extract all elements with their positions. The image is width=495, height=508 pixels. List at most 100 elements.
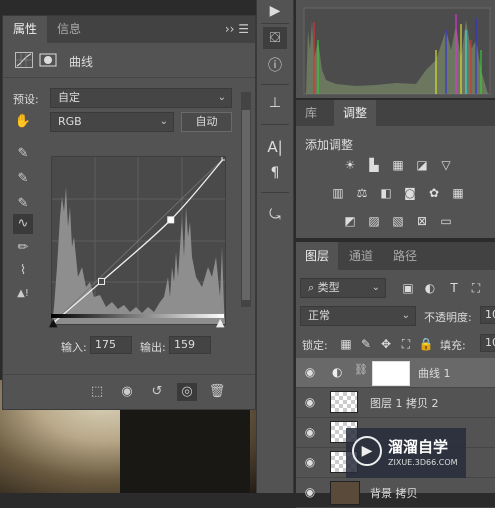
play-icon[interactable]: ▶ <box>263 0 287 22</box>
layer-thumbnail <box>330 481 360 505</box>
hue-saturation-icon[interactable]: ▥ <box>330 186 346 200</box>
info-icon[interactable]: ⓘ <box>263 55 287 77</box>
eye-icon[interactable]: ◉ <box>302 365 318 379</box>
clip-to-layer-icon[interactable]: ⬚ <box>87 383 107 401</box>
layer-row-curves[interactable]: ◉ ◐ ⛓ 曲线 1 <box>296 358 495 388</box>
levels-icon[interactable]: ▙ <box>366 158 382 172</box>
layer-filter-select[interactable]: ⌕ 类型 ⌄ <box>300 278 386 298</box>
layer-row-background-copy[interactable]: ◉ 背景 拷贝 <box>296 478 495 508</box>
history-icon[interactable]: ⤿ <box>263 204 287 226</box>
input-value-field[interactable]: 175 <box>90 336 132 354</box>
canvas-photo-dark <box>120 400 250 493</box>
visibility-eye-icon[interactable]: ◎ <box>177 383 197 401</box>
posterize-icon[interactable]: ▨ <box>366 214 382 228</box>
lock-paint-icon[interactable]: ✎ <box>358 337 374 351</box>
invert-icon[interactable]: ◩ <box>342 214 358 228</box>
tab-properties[interactable]: 属性 <box>3 16 48 43</box>
lock-position-icon[interactable]: ✥ <box>378 337 394 351</box>
clipping-warning-icon[interactable]: ▲! <box>13 284 33 304</box>
tab-channels[interactable]: 通道 <box>340 242 382 270</box>
panel-menu-icon[interactable]: ›› ☰ <box>225 22 249 36</box>
layer-name: 图层 1 拷贝 2 <box>370 397 439 410</box>
layer-row-copy-2[interactable]: ◉ 图层 1 拷贝 2 <box>296 388 495 418</box>
black-point-slider-icon[interactable]: ▲ <box>49 316 57 329</box>
view-previous-state-icon[interactable]: ◉ <box>117 383 137 401</box>
scrollbar-thumb[interactable] <box>242 110 250 300</box>
photo-filter-icon[interactable]: ◙ <box>402 186 418 200</box>
channel-value: RGB <box>58 115 82 128</box>
white-eyedropper-icon[interactable]: ✎ <box>13 194 33 214</box>
color-balance-icon[interactable]: ⚖ <box>354 186 370 200</box>
exposure-icon[interactable]: ◪ <box>414 158 430 172</box>
trash-icon[interactable]: 🗑 <box>207 383 227 401</box>
mask-icon[interactable] <box>39 52 57 68</box>
gray-eyedropper-icon[interactable]: ✎ <box>13 169 33 189</box>
pencil-icon[interactable]: ✏ <box>13 238 33 258</box>
layer-name: 曲线 1 <box>418 367 451 380</box>
properties-tabbar: 属性 信息 ›› ☰ <box>3 16 255 43</box>
auto-button[interactable]: 自动 <box>181 112 232 132</box>
fill-label: 填充: <box>440 339 466 352</box>
color-lookup-icon[interactable]: ▦ <box>450 186 466 200</box>
divider <box>261 84 289 85</box>
adjustments-panel: 库 调整 添加调整 ☀ ▙ ▦ ◪ ▽ ▥ ⚖ ◧ ◙ ✿ ▦ ◩ ▨ ▧ ⊠ … <box>296 100 495 238</box>
curves-graph[interactable] <box>48 153 229 328</box>
preset-select[interactable]: 自定 ⌄ <box>50 88 232 108</box>
stamp-icon[interactable]: ⊥ <box>263 92 287 114</box>
target-adjust-icon[interactable]: ✋ <box>13 112 33 132</box>
layer-mask-thumbnail[interactable] <box>372 361 410 386</box>
chevron-down-icon: ⌄ <box>371 282 380 293</box>
smooth-curve-icon[interactable]: ⌇ <box>13 261 33 281</box>
black-eyedropper-icon[interactable]: ✎ <box>13 144 33 164</box>
threshold-icon[interactable]: ▧ <box>390 214 406 228</box>
filter-value: 类型 <box>317 281 340 294</box>
lock-all-icon[interactable]: 🔒 <box>418 337 434 351</box>
selective-color-icon[interactable]: ⊠ <box>414 214 430 228</box>
curve-control-point[interactable] <box>98 277 106 285</box>
channel-select[interactable]: RGB ⌄ <box>50 112 174 132</box>
fill-field[interactable]: 10 <box>480 334 495 352</box>
curve-control-point[interactable] <box>221 153 229 161</box>
eye-icon[interactable]: ◉ <box>302 395 318 409</box>
filter-pixel-icon[interactable]: ▣ <box>400 281 416 295</box>
curve-point-tool-icon[interactable]: ∿ <box>13 214 33 234</box>
reset-icon[interactable]: ↺ <box>147 383 167 401</box>
paragraph-icon[interactable]: ¶ <box>263 162 287 184</box>
eye-icon[interactable]: ◉ <box>302 425 318 439</box>
tab-adjustments[interactable]: 调整 <box>334 100 377 126</box>
eye-icon[interactable]: ◉ <box>302 455 318 469</box>
three-d-icon[interactable]: ⛋ <box>263 27 287 49</box>
channel-mixer-icon[interactable]: ✿ <box>426 186 442 200</box>
opacity-field[interactable]: 10 <box>480 306 495 324</box>
adjustment-layer-icon: ◐ <box>332 365 343 379</box>
tab-info[interactable]: 信息 <box>47 16 91 43</box>
histogram-chart <box>303 7 491 95</box>
gradient-map-icon[interactable]: ▭ <box>438 214 454 228</box>
input-label: 输入: <box>61 341 87 354</box>
character-icon[interactable]: A| <box>263 136 287 158</box>
tab-layers[interactable]: 图层 <box>296 242 339 270</box>
black-white-icon[interactable]: ◧ <box>378 186 394 200</box>
lock-transparent-icon[interactable]: ▦ <box>338 337 354 351</box>
panel-title: 曲线 <box>69 55 94 69</box>
tab-library[interactable]: 库 <box>296 100 326 126</box>
properties-scrollbar[interactable] <box>241 92 251 307</box>
filter-shape-icon[interactable]: ⛶ <box>468 281 484 295</box>
blend-mode-select[interactable]: 正常 ⌄ <box>300 306 416 326</box>
filter-adjustment-icon[interactable]: ◐ <box>422 281 438 295</box>
vibrance-icon[interactable]: ▽ <box>438 158 454 172</box>
brightness-icon[interactable]: ☀ <box>342 158 358 172</box>
blend-mode-value: 正常 <box>308 309 330 322</box>
curves-adjustment-icon[interactable] <box>15 52 33 68</box>
output-value-field[interactable]: 159 <box>169 336 211 354</box>
lock-artboard-icon[interactable]: ⛶ <box>398 337 414 351</box>
chevron-down-icon: ⌄ <box>401 310 410 321</box>
white-point-slider-icon[interactable]: ▲ <box>216 316 224 329</box>
link-icon[interactable]: ⛓ <box>354 363 368 376</box>
eye-icon[interactable]: ◉ <box>302 485 318 499</box>
filter-type-icon[interactable]: T <box>446 281 462 295</box>
curves-icon[interactable]: ▦ <box>390 158 406 172</box>
tab-paths[interactable]: 路径 <box>384 242 426 270</box>
lock-label: 锁定: <box>302 339 328 352</box>
curve-control-point[interactable] <box>167 216 175 224</box>
